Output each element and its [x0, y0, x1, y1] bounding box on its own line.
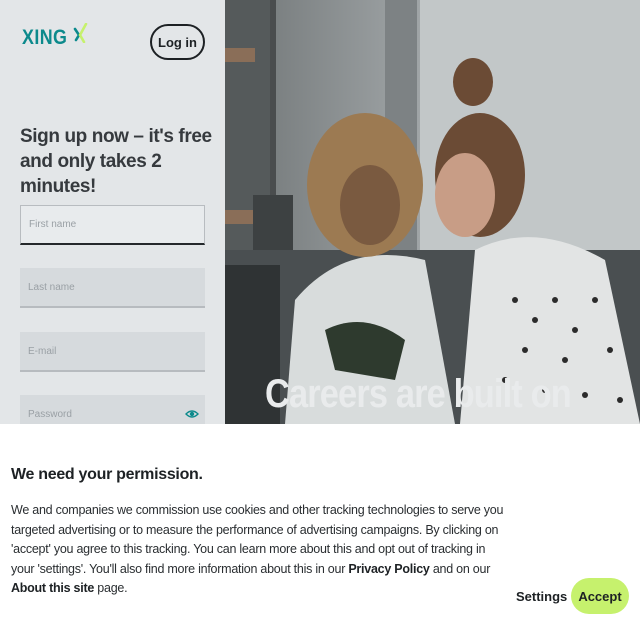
about-this-site-link[interactable]: About this site: [11, 581, 94, 595]
cookie-consent-banner: We need your permission. We and companie…: [0, 424, 640, 640]
first-name-input[interactable]: [29, 219, 204, 230]
logo-wordmark: XING: [22, 26, 68, 49]
xing-mark-icon: [74, 23, 88, 43]
office-photo-illustration: [225, 0, 640, 424]
consent-text-3: page.: [94, 581, 128, 595]
email-field[interactable]: [20, 332, 205, 372]
signup-panel: XING Log in Sign up now – it's free and …: [0, 0, 225, 424]
signup-headline: Sign up now – it's free and only takes 2…: [20, 126, 212, 197]
last-name-field[interactable]: [20, 268, 205, 308]
email-input[interactable]: [28, 345, 205, 357]
login-button[interactable]: Log in: [150, 24, 205, 60]
privacy-policy-link[interactable]: Privacy Policy: [348, 562, 430, 576]
last-name-input[interactable]: [28, 281, 205, 293]
password-field[interactable]: [20, 395, 205, 424]
password-input[interactable]: [28, 408, 205, 420]
hero-tagline: Careers are built on: [265, 372, 572, 416]
hero-image: Careers are built on: [225, 0, 640, 424]
eye-icon[interactable]: [185, 407, 199, 421]
settings-button[interactable]: Settings: [512, 584, 571, 608]
accept-button[interactable]: Accept: [571, 578, 629, 614]
consent-description: We and companies we commission use cooki…: [11, 501, 511, 599]
consent-text-2: and on our: [429, 561, 491, 576]
xing-logo[interactable]: XING: [22, 23, 89, 50]
first-name-field[interactable]: [20, 205, 205, 245]
consent-title: We need your permission.: [11, 466, 203, 483]
